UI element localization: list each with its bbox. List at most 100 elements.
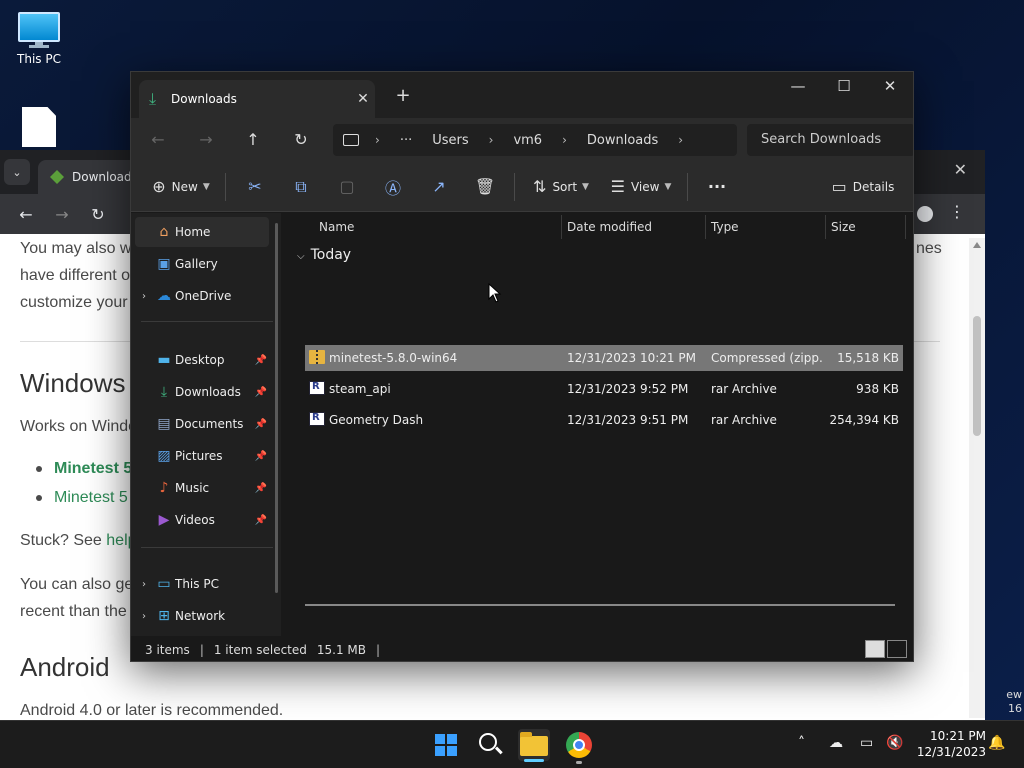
pin-icon[interactable]: 📌: [255, 355, 267, 366]
nav-pictures[interactable]: ▨ Pictures 📌: [135, 441, 269, 471]
chevron-right-icon[interactable]: ›: [562, 133, 567, 147]
close-icon[interactable]: ✕: [867, 72, 913, 102]
file-row[interactable]: steam_api 12/31/2023 9:52 PM rar Archive…: [305, 376, 903, 402]
profile-icon[interactable]: [917, 206, 933, 222]
chevron-up-icon[interactable]: ˄: [798, 735, 805, 751]
chevron-right-icon[interactable]: ›: [135, 291, 153, 302]
pin-icon[interactable]: 📌: [255, 515, 267, 526]
nav-this-pc[interactable]: › ▭ This PC: [135, 569, 269, 599]
notification-bell-icon[interactable]: 🔔: [988, 735, 1005, 751]
chrome-icon: [566, 732, 592, 758]
start-button[interactable]: [430, 729, 462, 761]
volume-muted-icon[interactable]: 🔇: [886, 735, 903, 751]
pin-icon[interactable]: 📌: [255, 483, 267, 494]
new-tab-button[interactable]: +: [391, 84, 415, 108]
back-icon[interactable]: ←: [143, 126, 173, 154]
file-explorer-window: ⤓ Downloads ✕ + — ☐ ✕ ← → ↑ ↻ › ··· User…: [130, 71, 914, 662]
paste-button[interactable]: ▢: [324, 171, 370, 203]
chevron-right-icon[interactable]: ›: [678, 133, 683, 147]
file-icon[interactable]: [22, 107, 56, 147]
nav-scrollbar[interactable]: [275, 223, 278, 593]
pin-icon[interactable]: 📌: [255, 419, 267, 430]
clock-date: 12/31/2023: [916, 745, 986, 759]
nav-gallery[interactable]: ▣ Gallery: [135, 249, 269, 279]
browser-close-icon[interactable]: ✕: [954, 160, 967, 179]
close-tab-icon[interactable]: ✕: [351, 91, 375, 107]
back-icon[interactable]: ←: [8, 205, 44, 224]
desktop-icon-this-pc[interactable]: This PC: [4, 12, 74, 66]
nav-music[interactable]: ♪ Music 📌: [135, 473, 269, 503]
side-peek-text: ew 16: [1006, 688, 1022, 716]
cloud-offline-icon[interactable]: ☁: [829, 735, 843, 751]
browser-tab-title: Downloads: [72, 170, 138, 184]
nav-videos[interactable]: ▶ Videos 📌: [135, 505, 269, 535]
chrome-taskbar-button[interactable]: [563, 729, 595, 761]
new-button[interactable]: ⊕ New ▼: [143, 171, 219, 203]
download-link[interactable]: Minetest 5: [54, 460, 132, 478]
rar-icon: [309, 381, 325, 395]
address-bar[interactable]: › ··· Users › vm6 › Downloads ›: [333, 124, 737, 156]
download-link[interactable]: Minetest 5: [54, 489, 128, 507]
maximize-icon[interactable]: ☐: [821, 72, 867, 102]
view-toggle: [863, 640, 907, 658]
nav-onedrive[interactable]: › ☁ OneDrive: [135, 281, 269, 311]
cut-button[interactable]: ✂: [232, 171, 278, 203]
search-input[interactable]: Search Downloads: [747, 124, 913, 156]
file-row[interactable]: Geometry Dash 12/31/2023 9:51 PM rar Arc…: [305, 407, 903, 433]
column-header-type[interactable]: Type: [711, 213, 739, 241]
breadcrumb-more[interactable]: ···: [400, 133, 412, 148]
address-toolbar: ← → ↑ ↻ › ··· Users › vm6 › Downloads › …: [131, 118, 913, 162]
column-header-name[interactable]: Name: [319, 213, 354, 241]
more-options-button[interactable]: ···: [694, 171, 740, 203]
refresh-icon[interactable]: ↻: [286, 126, 316, 154]
forward-icon[interactable]: →: [44, 205, 80, 224]
article-text: Works on Windo: [20, 418, 138, 435]
explorer-tab[interactable]: ⤓ Downloads ✕: [139, 80, 375, 118]
details-button[interactable]: ▭ Details: [823, 171, 903, 203]
minimize-icon[interactable]: —: [775, 72, 821, 102]
rename-button[interactable]: Ⓐ: [370, 171, 416, 203]
chevron-right-icon[interactable]: ›: [135, 611, 153, 622]
browser-scrollbar[interactable]: [969, 238, 985, 718]
chevron-right-icon[interactable]: ›: [375, 133, 380, 147]
breadcrumb-downloads[interactable]: Downloads: [587, 133, 658, 148]
nav-home[interactable]: ⌂ Home: [135, 217, 269, 247]
scrollbar-thumb[interactable]: [973, 316, 981, 436]
horizontal-scrollbar[interactable]: [305, 604, 895, 606]
breadcrumb-vm6[interactable]: vm6: [513, 133, 542, 148]
share-button[interactable]: ↗: [416, 171, 462, 203]
file-size: 15,518 KB: [837, 351, 899, 365]
group-header-today[interactable]: ⌵ Today: [297, 247, 351, 263]
nav-network[interactable]: › ⊞ Network: [135, 601, 269, 631]
sort-button[interactable]: ⇅ Sort ▼: [521, 171, 601, 203]
file-explorer-taskbar-button[interactable]: [518, 729, 550, 761]
reload-icon[interactable]: ↻: [80, 205, 116, 224]
tab-search-button[interactable]: ⌄: [4, 159, 30, 185]
column-header-date[interactable]: Date modified: [567, 213, 652, 241]
details-view-icon[interactable]: [865, 640, 885, 658]
clock-time: 10:21 PM: [930, 729, 986, 743]
videos-icon: ▶: [158, 512, 170, 528]
clock[interactable]: 10:21 PM 12/31/2023: [917, 728, 986, 760]
search-button[interactable]: [475, 729, 507, 761]
nav-desktop[interactable]: ▬ Desktop 📌: [135, 345, 269, 375]
delete-button[interactable]: 🗑: [462, 171, 508, 203]
view-button[interactable]: ☰ View ▼: [601, 171, 681, 203]
forward-icon[interactable]: →: [191, 126, 221, 154]
nav-documents[interactable]: ▤ Documents 📌: [135, 409, 269, 439]
up-icon[interactable]: ↑: [238, 126, 268, 154]
file-row[interactable]: minetest-5.8.0-win64 12/31/2023 10:21 PM…: [305, 345, 903, 371]
chevron-right-icon[interactable]: ›: [489, 133, 494, 147]
pin-icon[interactable]: 📌: [255, 387, 267, 398]
breadcrumb-users[interactable]: Users: [432, 133, 468, 148]
browser-menu-icon[interactable]: ⋮: [949, 202, 965, 221]
pin-icon[interactable]: 📌: [255, 451, 267, 462]
copy-button[interactable]: ⧉: [278, 171, 324, 203]
nav-downloads[interactable]: ⤓ Downloads 📌: [135, 377, 269, 407]
tiles-view-icon[interactable]: [887, 640, 907, 658]
network-icon[interactable]: ▭: [860, 735, 873, 751]
column-header-size[interactable]: Size: [831, 213, 856, 241]
plus-circle-icon: ⊕: [152, 177, 166, 196]
desktop-icon-label: This PC: [17, 52, 61, 66]
chevron-right-icon[interactable]: ›: [135, 579, 153, 590]
